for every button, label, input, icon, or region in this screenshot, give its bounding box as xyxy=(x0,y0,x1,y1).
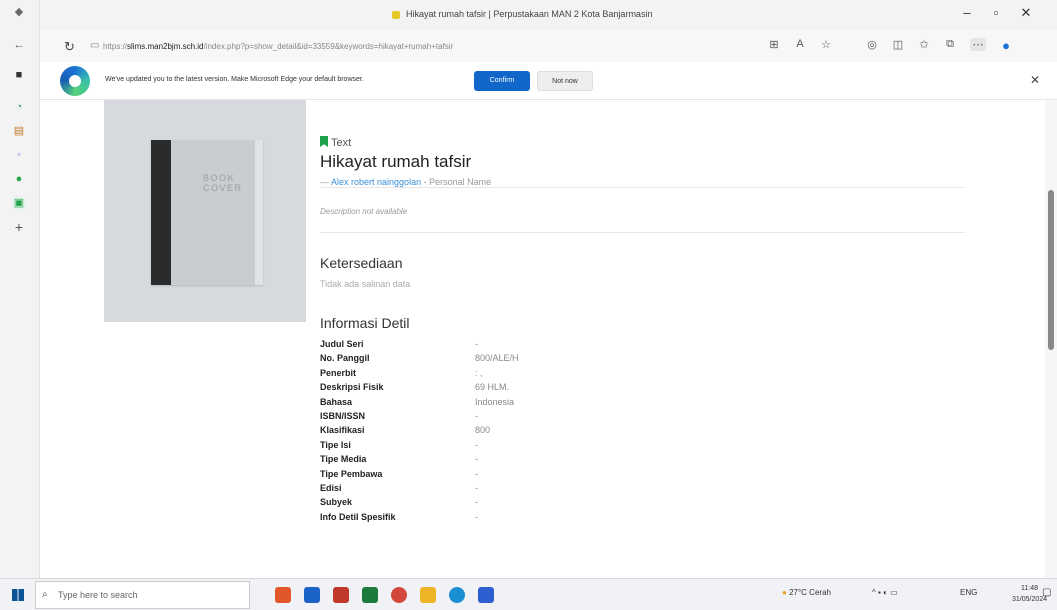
book-cover-label: BOOK COVER xyxy=(203,173,243,193)
taskbar-app-2-icon[interactable] xyxy=(304,587,320,603)
book-cover-image: BOOK COVER xyxy=(151,140,263,285)
detail-value: - xyxy=(475,497,478,508)
taskbar-explorer-icon[interactable] xyxy=(420,587,436,603)
more-options-icon[interactable]: ⋯ xyxy=(970,38,986,51)
detail-key: Subyek xyxy=(320,497,353,508)
search-icon: ⌕ xyxy=(42,589,48,600)
tab-favicon-icon xyxy=(392,10,400,19)
detail-value: - xyxy=(475,483,478,493)
url-field[interactable]: https://slims.man2bjm.sch.id/index.php?p… xyxy=(103,37,753,56)
detail-value: - xyxy=(475,339,478,349)
detail-key: Info Detil Spesifik xyxy=(320,511,396,522)
detail-key: Judul Seri xyxy=(320,339,364,349)
description: Description not available xyxy=(320,207,408,216)
book-spine xyxy=(151,140,171,285)
address-toolbar: ↻ ▭ https://slims.man2bjm.sch.id/index.p… xyxy=(40,30,1057,62)
availability-text: Tidak ada salinan data xyxy=(320,279,411,289)
divider xyxy=(320,187,965,188)
tab-actions-icon[interactable]: ■ xyxy=(12,68,26,82)
taskbar-app-3-icon[interactable] xyxy=(333,587,349,603)
refresh-icon[interactable]: ↻ xyxy=(64,39,75,55)
detail-value: : , xyxy=(475,367,483,378)
back-icon[interactable]: ← xyxy=(12,38,26,52)
detail-value: - xyxy=(475,439,478,450)
detail-key: Tipe Isi xyxy=(320,439,351,450)
app-available-icon[interactable]: ⊞ xyxy=(766,38,782,51)
detail-value: - xyxy=(475,468,478,479)
detail-value: - xyxy=(475,511,478,522)
copilot-icon[interactable]: ● xyxy=(998,38,1014,53)
default-browser-infobar: We've updated you to the latest version.… xyxy=(40,62,1057,100)
add-sidebar-app-icon[interactable]: + xyxy=(12,220,26,234)
book-cover-area: BOOK COVER xyxy=(104,100,306,322)
detail-key: Deskripsi Fisik xyxy=(320,382,384,393)
taskbar-search-input[interactable]: ⌕ Type here to search xyxy=(35,581,250,609)
detail-value: - xyxy=(475,454,478,465)
detail-key: No. Panggil xyxy=(320,353,370,364)
detail-key: Tipe Media xyxy=(320,454,367,465)
edge-sidebar: ◆ ← ■ ◔ ▤ ◦ ● ▣ + xyxy=(0,0,40,578)
book-edge xyxy=(255,140,263,285)
detail-value: Indonesia xyxy=(475,396,515,407)
page-scrollbar[interactable] xyxy=(1045,100,1057,578)
split-screen-icon[interactable]: ◫ xyxy=(890,38,906,51)
taskbar-excel-icon[interactable] xyxy=(362,587,378,603)
author-link[interactable]: Alex robert nainggolan xyxy=(331,177,421,187)
taskbar-edge-icon[interactable] xyxy=(449,587,465,603)
confirm-button[interactable]: Confirm xyxy=(474,71,530,91)
close-icon[interactable]: ✕ xyxy=(1030,73,1040,87)
close-window-icon[interactable]: ✕ xyxy=(1016,5,1036,21)
read-aloud-icon[interactable]: A xyxy=(792,38,808,50)
detail-value: 800 xyxy=(475,425,491,436)
detail-key: Penerbit xyxy=(320,367,357,378)
notification-icon[interactable]: ▢ xyxy=(1042,587,1051,598)
divider xyxy=(320,232,965,233)
author-line: — Alex robert nainggolan - Personal Name xyxy=(320,177,492,187)
detail-key: Bahasa xyxy=(320,396,353,407)
book-title: Hikayat rumah tafsir xyxy=(320,152,472,171)
window-title: Hikayat rumah tafsir | Perpustakaan MAN … xyxy=(392,9,652,19)
infobar-message: We've updated you to the latest version.… xyxy=(105,76,364,83)
bookmark-icon xyxy=(320,136,328,147)
sidebar-app-3-icon[interactable]: ◦ xyxy=(12,148,26,162)
extension-icon[interactable]: ◎ xyxy=(864,38,880,51)
minimize-icon[interactable]: – xyxy=(957,5,977,20)
detail-value: 69 HLM. xyxy=(475,382,510,393)
page-icon: ▭ xyxy=(90,40,100,51)
detail-key: Tipe Pembawa xyxy=(320,468,383,479)
sidebar-app-4-icon[interactable]: ● xyxy=(12,172,26,186)
language-indicator[interactable]: ENG xyxy=(960,588,977,597)
windows-taskbar: ⌕ Type here to search ● 27°C Cerah ^ ▪ ◐ … xyxy=(0,578,1057,610)
tray-icons[interactable]: ^ ▪ ◐ ▭ xyxy=(872,588,898,597)
scrollbar-thumb[interactable] xyxy=(1048,190,1054,350)
availability-heading: Ketersediaan xyxy=(320,255,403,271)
taskbar-chrome-icon[interactable] xyxy=(391,587,407,603)
weather-widget[interactable]: ● 27°C Cerah xyxy=(782,588,831,597)
detail-value: - xyxy=(475,411,478,421)
page-content: BOOK COVER Text Hikayat rumah tafsir — A… xyxy=(40,100,1045,578)
sidebar-app-2-icon[interactable]: ▤ xyxy=(12,124,26,138)
edge-logo-icon xyxy=(60,66,90,96)
sidebar-app-5-icon[interactable]: ▣ xyxy=(12,196,26,210)
sidebar-app-1-icon[interactable]: ◔ xyxy=(12,100,26,114)
not-now-button[interactable]: Not now xyxy=(537,71,593,91)
profile-icon[interactable]: ◆ xyxy=(12,5,26,19)
detail-key: ISBN/ISSN xyxy=(320,411,366,421)
detail-key: Edisi xyxy=(320,483,342,493)
detail-key: Klasifikasi xyxy=(320,425,365,436)
windows-start-icon[interactable] xyxy=(12,589,24,601)
collections-icon[interactable]: ⧉ xyxy=(942,38,958,51)
taskbar-app-1-icon[interactable] xyxy=(275,587,291,603)
favorites-icon[interactable]: ✩ xyxy=(916,38,932,51)
favorite-star-icon[interactable]: ☆ xyxy=(818,38,834,51)
maximize-icon[interactable]: ▫ xyxy=(986,5,1006,20)
material-type: Text xyxy=(320,136,351,149)
detail-value: 800/ALE/H xyxy=(475,353,519,364)
taskbar-app-8-icon[interactable] xyxy=(478,587,494,603)
window-titlebar: Hikayat rumah tafsir | Perpustakaan MAN … xyxy=(0,0,1057,30)
detail-heading: Informasi Detil xyxy=(320,315,410,331)
